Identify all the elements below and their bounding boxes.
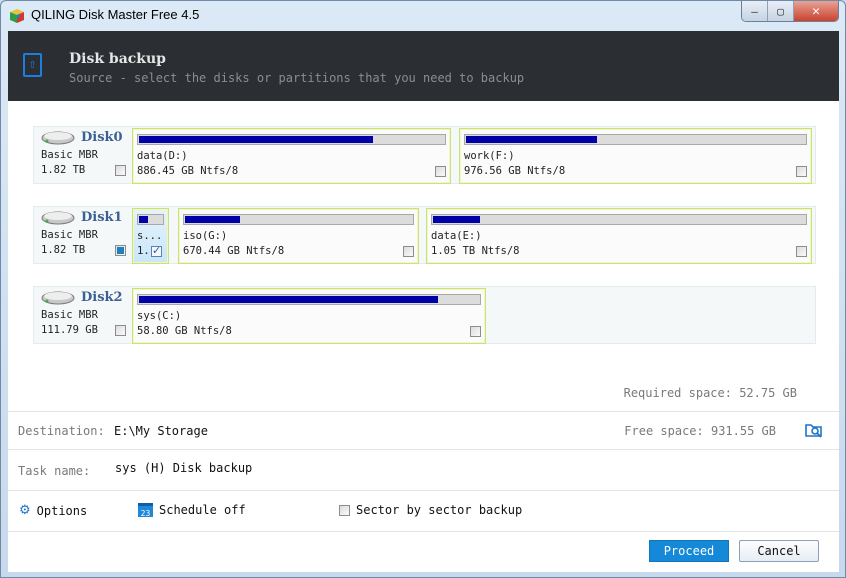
disk-checkbox[interactable] — [115, 325, 126, 336]
sector-by-sector-checkbox[interactable] — [339, 504, 350, 516]
proceed-button[interactable]: Proceed — [649, 540, 729, 562]
partition-label: work(F:) — [464, 150, 515, 162]
close-icon: ✕ — [812, 3, 820, 19]
partition-checkbox[interactable] — [796, 166, 807, 177]
disk-size: 1.82 TB — [41, 244, 86, 256]
disk-checkbox[interactable] — [115, 165, 126, 176]
disk-name: Disk2 — [81, 290, 123, 305]
window-controls: — ▢ ✕ — [741, 1, 839, 22]
maximize-button[interactable]: ▢ — [768, 1, 794, 21]
sector-by-sector-option[interactable]: Sector by sector backup — [339, 503, 522, 517]
partition-label: iso(G:) — [183, 230, 228, 242]
disk-row-disk1: Disk1 Basic MBR 1.82 TB s... 1. iso(G:) … — [33, 206, 816, 264]
app-window: QILING Disk Master Free 4.5 — ▢ ✕ ⇧ Disk… — [0, 0, 846, 578]
browse-folder-icon[interactable] — [805, 422, 823, 438]
task-name-label: Task name: — [18, 464, 91, 478]
title-bar[interactable]: QILING Disk Master Free 4.5 — ▢ ✕ — [1, 1, 845, 31]
usage-bar — [137, 294, 481, 305]
usage-bar — [431, 214, 807, 225]
disk-row-disk2: Disk2 Basic MBR 111.79 GB sys(C:) 58.80 … — [33, 286, 816, 344]
usage-bar-fill — [139, 216, 149, 223]
divider — [8, 490, 839, 491]
backup-icon: ⇧ — [23, 53, 42, 77]
partition-checkbox[interactable] — [403, 246, 414, 257]
partition-checkbox[interactable] — [796, 246, 807, 257]
partition-label: sys(C:) — [137, 310, 182, 322]
usage-bar — [183, 214, 414, 225]
app-logo-icon — [10, 9, 24, 23]
calendar-day: 23 — [140, 509, 151, 518]
disk-type: Basic MBR — [41, 149, 98, 161]
page-subtitle: Source - select the disks or partitions … — [69, 71, 525, 85]
divider — [8, 449, 839, 450]
hard-disk-icon — [41, 291, 75, 305]
disk-size: 1.82 TB — [41, 164, 86, 176]
usage-bar-fill — [139, 136, 374, 143]
hard-disk-icon — [41, 211, 75, 225]
gear-icon: ⚙ — [19, 503, 31, 518]
usage-bar-fill — [433, 216, 480, 223]
partition-size: 58.80 GB Ntfs/8 — [137, 325, 232, 337]
partition-data-d[interactable]: data(D:) 886.45 GB Ntfs/8 — [132, 128, 451, 184]
partition-checkbox[interactable] — [435, 166, 446, 177]
minimize-button[interactable]: — — [742, 1, 768, 21]
partition-size: 886.45 GB Ntfs/8 — [137, 165, 239, 177]
disk-row-disk0: Disk0 Basic MBR 1.82 TB data(D:) 886.45 … — [33, 126, 816, 184]
partition-checkbox[interactable] — [151, 244, 162, 257]
disk-name: Disk1 — [81, 210, 123, 225]
required-space: Required space: 52.75 GB — [623, 386, 797, 400]
hard-disk-icon — [41, 131, 75, 145]
schedule-label: Schedule off — [159, 503, 246, 517]
disk-info: Disk1 Basic MBR 1.82 TB — [36, 207, 129, 263]
maximize-icon: ▢ — [777, 4, 784, 18]
partition-label: data(D:) — [137, 150, 188, 162]
destination-label: Destination: — [18, 424, 105, 438]
partition-sys-c[interactable]: sys(C:) 58.80 GB Ntfs/8 — [132, 288, 486, 344]
partition-size: 670.44 GB Ntfs/8 — [183, 245, 285, 257]
close-button[interactable]: ✕ — [794, 1, 838, 21]
partition-size: 1.05 TB Ntfs/8 — [431, 245, 520, 257]
page-title: Disk backup — [69, 51, 166, 67]
usage-bar-fill — [185, 216, 241, 223]
minimize-icon: — — [751, 4, 758, 18]
disk-info: Disk2 Basic MBR 111.79 GB — [36, 287, 129, 343]
partition-size: 1. — [137, 245, 150, 257]
usage-bar-fill — [139, 296, 438, 303]
partition-data-e[interactable]: data(E:) 1.05 TB Ntfs/8 — [426, 208, 812, 264]
usage-bar-fill — [466, 136, 597, 143]
partition-checkbox[interactable] — [470, 326, 481, 337]
usage-bar — [137, 214, 164, 225]
calendar-icon: 23 — [138, 503, 153, 518]
task-name-input[interactable]: sys (H) Disk backup — [115, 461, 252, 475]
free-space: Free space: 931.55 GB — [624, 424, 776, 438]
disk-type: Basic MBR — [41, 309, 98, 321]
disk-info: Disk0 Basic MBR 1.82 TB — [36, 127, 129, 183]
partition-size: 976.56 GB Ntfs/8 — [464, 165, 566, 177]
divider — [8, 531, 839, 532]
usage-bar — [464, 134, 807, 145]
dialog-body: ⇧ Disk backup Source - select the disks … — [8, 31, 839, 572]
divider — [8, 411, 839, 412]
schedule-button[interactable]: 23 Schedule off — [138, 503, 246, 518]
disk-checkbox[interactable] — [115, 245, 126, 256]
options-label: Options — [36, 503, 88, 518]
partition-iso-g[interactable]: iso(G:) 670.44 GB Ntfs/8 — [178, 208, 419, 264]
window-title: QILING Disk Master Free 4.5 — [31, 7, 200, 22]
disk-type: Basic MBR — [41, 229, 98, 241]
disk-name: Disk0 — [81, 130, 123, 145]
destination-path[interactable]: E:\My Storage — [114, 424, 208, 438]
options-button[interactable]: ⚙ Options — [19, 503, 87, 518]
partition-label: s... — [137, 230, 163, 242]
cancel-button[interactable]: Cancel — [739, 540, 819, 562]
usage-bar — [137, 134, 446, 145]
partition-label: data(E:) — [431, 230, 482, 242]
partition-work-f[interactable]: work(F:) 976.56 GB Ntfs/8 — [459, 128, 812, 184]
partition-system-reserved[interactable]: s... 1. — [132, 208, 169, 264]
sector-by-sector-label: Sector by sector backup — [356, 503, 523, 517]
disk-size: 111.79 GB — [41, 324, 98, 336]
page-header: ⇧ Disk backup Source - select the disks … — [8, 31, 839, 101]
